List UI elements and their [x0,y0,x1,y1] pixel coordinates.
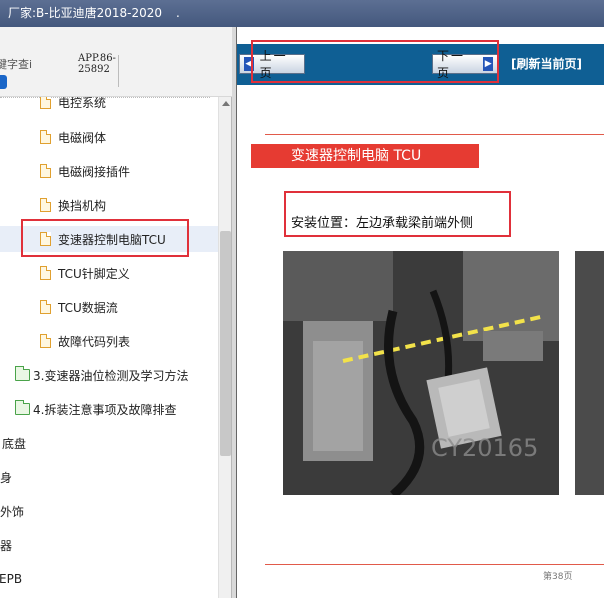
tree-item-tcu-pin-definition[interactable]: TCU针脚定义 [40,260,130,286]
nav-highlight-box [251,40,499,83]
second-photo [575,251,604,495]
page-number: 第38页 [543,572,573,582]
tcu-photo: CY20165 [283,251,559,495]
window-title-suffix: . [176,6,180,20]
page-bottom-rule [265,564,604,565]
document-icon [40,334,51,348]
folder-icon [15,366,30,381]
scrollbar-thumb[interactable] [220,231,231,456]
selection-highlight-box [21,219,189,257]
tree-item-electronic-control[interactable]: 电控系统 [40,97,106,115]
tree-item-trim[interactable]: 内外饰 [0,498,24,524]
document-icon [40,97,51,109]
window-title-bar: 厂家:B-比亚迪唐2018-2020. [0,0,604,27]
tree-item-fault-codes[interactable]: 故障代码列表 [40,328,130,354]
refresh-page-link[interactable]: [刷新当前页] [511,55,582,72]
tree-item-disassembly-notes[interactable]: 4.拆装注意事项及故障排查 [15,396,176,422]
tree-item-solenoid-body[interactable]: 电磁阀体 [40,124,106,150]
document-icon [40,198,51,212]
page-top-rule [265,134,604,135]
search-area: APP.86- 25892 [0,27,232,97]
folder-icon [15,400,30,415]
search-button[interactable] [0,75,7,89]
document-tree: 电控系统 电磁阀体 电磁阀接插件 换挡机构 变速器控制电脑TCU TCU针脚定义… [0,97,218,598]
tcu-photo-drawing: CY20165 [283,251,559,495]
document-viewer: ◀ 上一页 下一页 ▶ [刷新当前页] 变速器控制电脑 TCU 安装位置：左边承… [236,27,604,598]
document-icon [40,164,51,178]
document-icon [40,130,51,144]
install-highlight-box [284,191,511,237]
tree-item-tcu-data-stream[interactable]: TCU数据流 [40,294,118,320]
tree-item-body[interactable]: 车身 [0,464,12,490]
divider [118,55,119,87]
window-title: 厂家:B-比亚迪唐2018-2020 [8,6,163,20]
scroll-up-arrow-icon[interactable] [222,101,230,106]
tree-scrollbar[interactable] [218,97,231,598]
tree-item-epb[interactable]: EPB [0,566,22,592]
search-input[interactable] [0,55,46,73]
tree-item-chassis[interactable]: 底盘 [2,430,26,456]
document-icon [40,300,51,314]
section-heading: 变速器控制电脑 TCU [251,144,479,168]
app-id-label: APP.86- 25892 [78,53,116,75]
tree-item-electrical[interactable]: 电器 [0,532,12,558]
document-icon [40,266,51,280]
left-panel: APP.86- 25892 电控系统 电磁阀体 电磁阀接插件 换挡机构 变速器控… [0,27,232,598]
tree-item-solenoid-connector[interactable]: 电磁阀接插件 [40,158,130,184]
tree-item-oil-level-check[interactable]: 3.变速器油位检测及学习方法 [15,362,188,388]
photo-watermark: CY20165 [431,434,538,462]
tree-item-shift-mechanism[interactable]: 换挡机构 [40,192,106,218]
